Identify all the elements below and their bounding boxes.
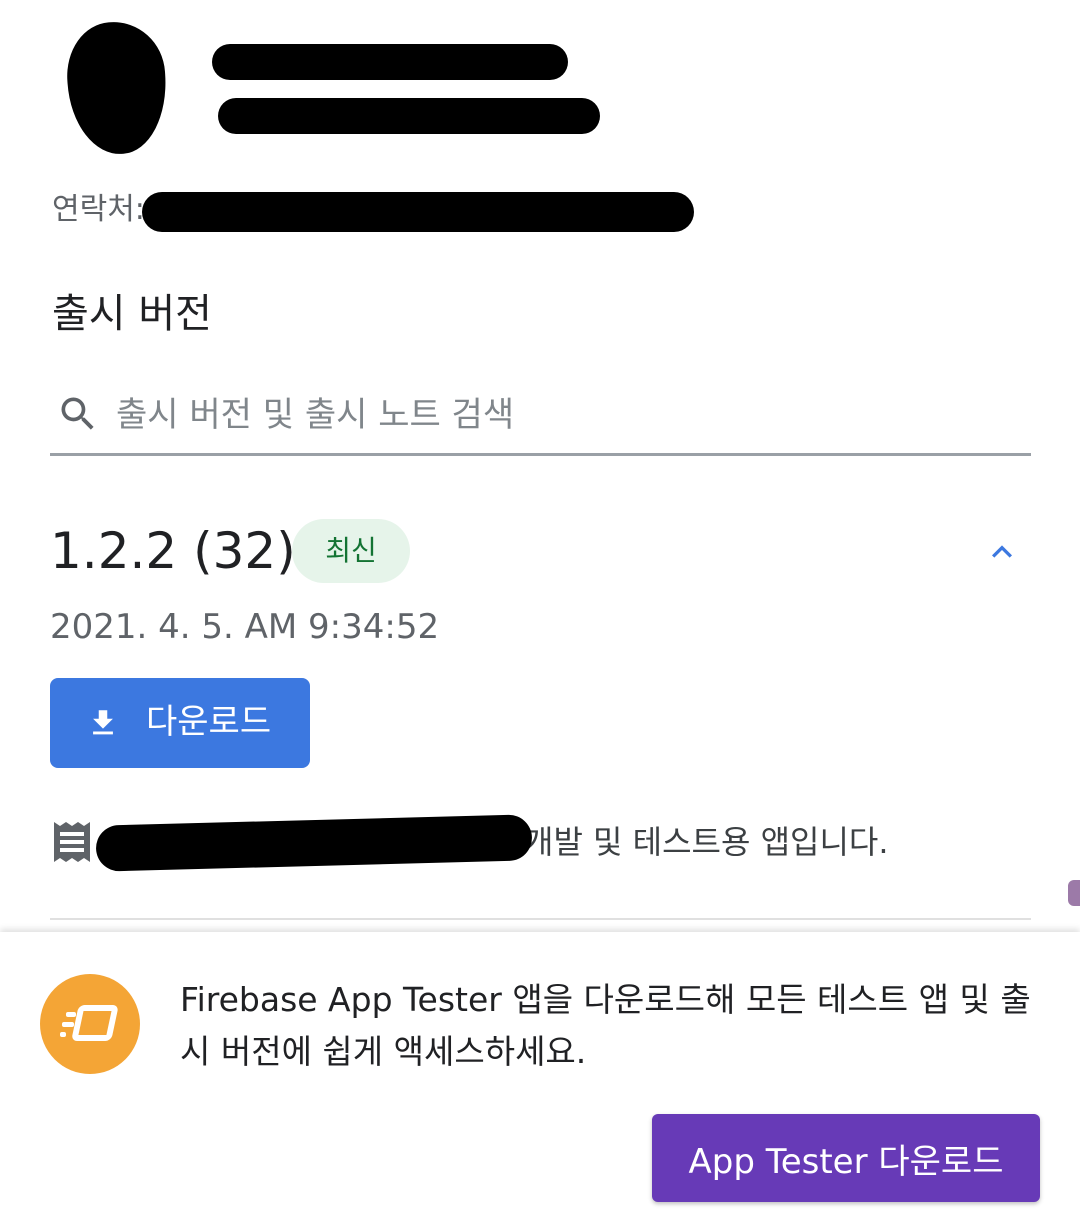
redacted-contact-info [142, 192, 694, 232]
search-icon [61, 397, 94, 430]
download-button-label: 다운로드 [146, 702, 272, 742]
notes-icon [54, 822, 90, 862]
redacted-app-name [212, 44, 568, 80]
release-version: 1.2.2 (32) [50, 522, 296, 580]
release-divider [50, 918, 1031, 920]
download-button[interactable]: 다운로드 [50, 678, 310, 768]
redacted-app-id [218, 98, 600, 134]
release-notes-text: 개발 및 테스트용 앱입니다. [524, 823, 889, 861]
app-tester-banner-message: Firebase App Tester 앱을 다운로드해 모든 테스트 앱 및 … [180, 980, 1031, 1071]
chevron-up-icon[interactable] [982, 532, 1022, 572]
release-date: 2021. 4. 5. AM 9:34:52 [50, 607, 440, 647]
release-search-bar [50, 384, 1031, 456]
release-search-input[interactable] [116, 384, 996, 446]
contact-label: 연락처: [52, 192, 145, 227]
redacted-release-notes [95, 814, 533, 872]
app-tester-banner: Firebase App Tester 앱을 다운로드해 모든 테스트 앱 및 … [0, 932, 1080, 1218]
redacted-avatar [63, 18, 171, 158]
release-page: 연락처: 출시 버전 1.2.2 (32) 최신 2021. 4. 5. AM … [0, 0, 1080, 1218]
download-icon [93, 710, 113, 735]
scroll-edge-indicator [1068, 880, 1080, 906]
app-tester-logo-icon [40, 974, 140, 1074]
app-tester-download-button[interactable]: App Tester 다운로드 [652, 1114, 1040, 1202]
releases-heading: 출시 버전 [52, 291, 212, 337]
latest-badge: 최신 [292, 519, 410, 583]
